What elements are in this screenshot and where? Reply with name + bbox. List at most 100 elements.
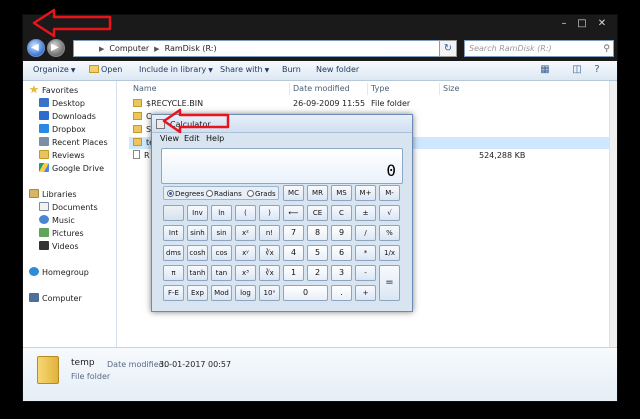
key-equals[interactable]: = [379,265,400,301]
breadcrumb-ramdisk[interactable]: RamDisk (R:) [165,44,217,53]
key-sqrt[interactable]: √ [379,205,400,221]
change-view-icon[interactable]: ▦ [539,64,551,76]
key-factorial[interactable]: n! [259,225,280,241]
column-type[interactable]: Type [371,83,389,95]
key-add[interactable]: + [355,285,376,301]
nav-desktop[interactable]: Desktop [39,98,85,110]
share-with-button[interactable]: Share with ▼ [220,65,269,74]
row-type: File folder [371,99,411,108]
key-divide[interactable]: / [355,225,376,241]
key-ms[interactable]: MS [331,185,352,201]
calculator-window: Calculator View Edit Help 0 Degrees Radi… [151,114,413,312]
key-9[interactable]: 9 [331,225,352,241]
key-exp[interactable]: Exp [187,285,208,301]
breadcrumb-computer[interactable]: Computer [109,44,149,53]
key-ln[interactable]: ln [211,205,232,221]
refresh-button[interactable]: ↻ [439,40,457,57]
radio-radians[interactable]: Radians [206,190,242,198]
key-5[interactable]: 5 [307,245,328,261]
radio-grads-label: Grads [255,190,276,198]
key-mc[interactable]: MC [283,185,304,201]
key-cube-root[interactable]: ∛x [259,265,280,281]
burn-button[interactable]: Burn [282,65,301,74]
help-icon[interactable]: ? [591,64,603,76]
key-pi[interactable]: π [163,265,184,281]
key-blank[interactable] [163,205,184,221]
key-ce[interactable]: CE [307,205,328,221]
vertical-scrollbar[interactable] [609,81,617,347]
maximize-button[interactable]: □ [573,17,591,30]
key-sin[interactable]: sin [211,225,232,241]
key-1[interactable]: 1 [283,265,304,281]
key-mr[interactable]: MR [307,185,328,201]
key-plus-minus[interactable]: ± [355,205,376,221]
key-x-cubed[interactable]: x³ [235,265,256,281]
search-input[interactable]: Search RamDisk (R:) ⚲ [464,40,614,57]
key-decimal[interactable]: . [331,285,352,301]
key-sinh[interactable]: sinh [187,225,208,241]
key-ten-power-x[interactable]: 10ˣ [259,285,280,301]
nav-videos[interactable]: Videos [39,241,79,253]
libraries-icon [29,189,39,198]
back-button[interactable]: ◀ [27,39,45,57]
key-cosh[interactable]: cosh [187,245,208,261]
key-2[interactable]: 2 [307,265,328,281]
nav-computer[interactable]: Computer [29,293,82,305]
nav-downloads[interactable]: Downloads [39,111,96,123]
column-size[interactable]: Size [443,83,459,95]
column-name[interactable]: Name [133,83,157,95]
key-m-minus[interactable]: M- [379,185,400,201]
key-mod[interactable]: Mod [211,285,232,301]
key-reciprocal[interactable]: 1/x [379,245,400,261]
key-tanh[interactable]: tanh [187,265,208,281]
nav-libraries[interactable]: Libraries [29,189,77,201]
folder-icon [133,125,142,133]
key-inv[interactable]: Inv [187,205,208,221]
forward-button[interactable]: ▶ [47,39,65,57]
key-backspace[interactable]: ⟵ [283,205,304,221]
key-c[interactable]: C [331,205,352,221]
nav-homegroup[interactable]: Homegroup [29,267,89,279]
key-3[interactable]: 3 [331,265,352,281]
key-tan[interactable]: tan [211,265,232,281]
key-left-paren[interactable]: ( [235,205,256,221]
include-in-library-button[interactable]: Include in library ▼ [139,65,213,74]
nav-documents[interactable]: Documents [39,202,98,214]
close-button[interactable]: ✕ [593,17,611,30]
key-percent[interactable]: % [379,225,400,241]
nav-pictures[interactable]: Pictures [39,228,84,240]
minimize-button[interactable]: – [555,17,573,30]
key-8[interactable]: 8 [307,225,328,241]
open-button[interactable]: Open [89,65,122,74]
key-f-e[interactable]: F-E [163,285,184,301]
radio-grads[interactable]: Grads [247,190,276,198]
key-6[interactable]: 6 [331,245,352,261]
key-cos[interactable]: cos [211,245,232,261]
key-dms[interactable]: dms [163,245,184,261]
key-0[interactable]: 0 [283,285,328,301]
key-7[interactable]: 7 [283,225,304,241]
nav-favorites[interactable]: Favorites [29,85,78,97]
address-bar[interactable]: ▶ Computer ▶ RamDisk (R:) [73,40,455,57]
new-folder-button[interactable]: New folder [316,65,359,74]
nav-dropbox[interactable]: Dropbox [39,124,86,136]
nav-music[interactable]: Music [39,215,75,227]
organize-button[interactable]: Organize ▼ [33,65,75,74]
preview-pane-icon[interactable]: ◫ [571,64,583,76]
nav-reviews[interactable]: Reviews [39,150,85,162]
radio-degrees[interactable]: Degrees [167,190,204,198]
column-date-modified[interactable]: Date modified [293,83,350,95]
key-x-squared[interactable]: x² [235,225,256,241]
key-4[interactable]: 4 [283,245,304,261]
key-int[interactable]: Int [163,225,184,241]
key-log[interactable]: log [235,285,256,301]
key-x-power-y[interactable]: xʸ [235,245,256,261]
key-multiply[interactable]: * [355,245,376,261]
key-right-paren[interactable]: ) [259,205,280,221]
key-m-plus[interactable]: M+ [355,185,376,201]
nav-google-drive[interactable]: Google Drive [39,163,104,175]
organize-label: Organize [33,65,69,74]
key-y-root-x[interactable]: ∛x [259,245,280,261]
key-subtract[interactable]: - [355,265,376,281]
nav-recent-places[interactable]: Recent Places [39,137,108,149]
